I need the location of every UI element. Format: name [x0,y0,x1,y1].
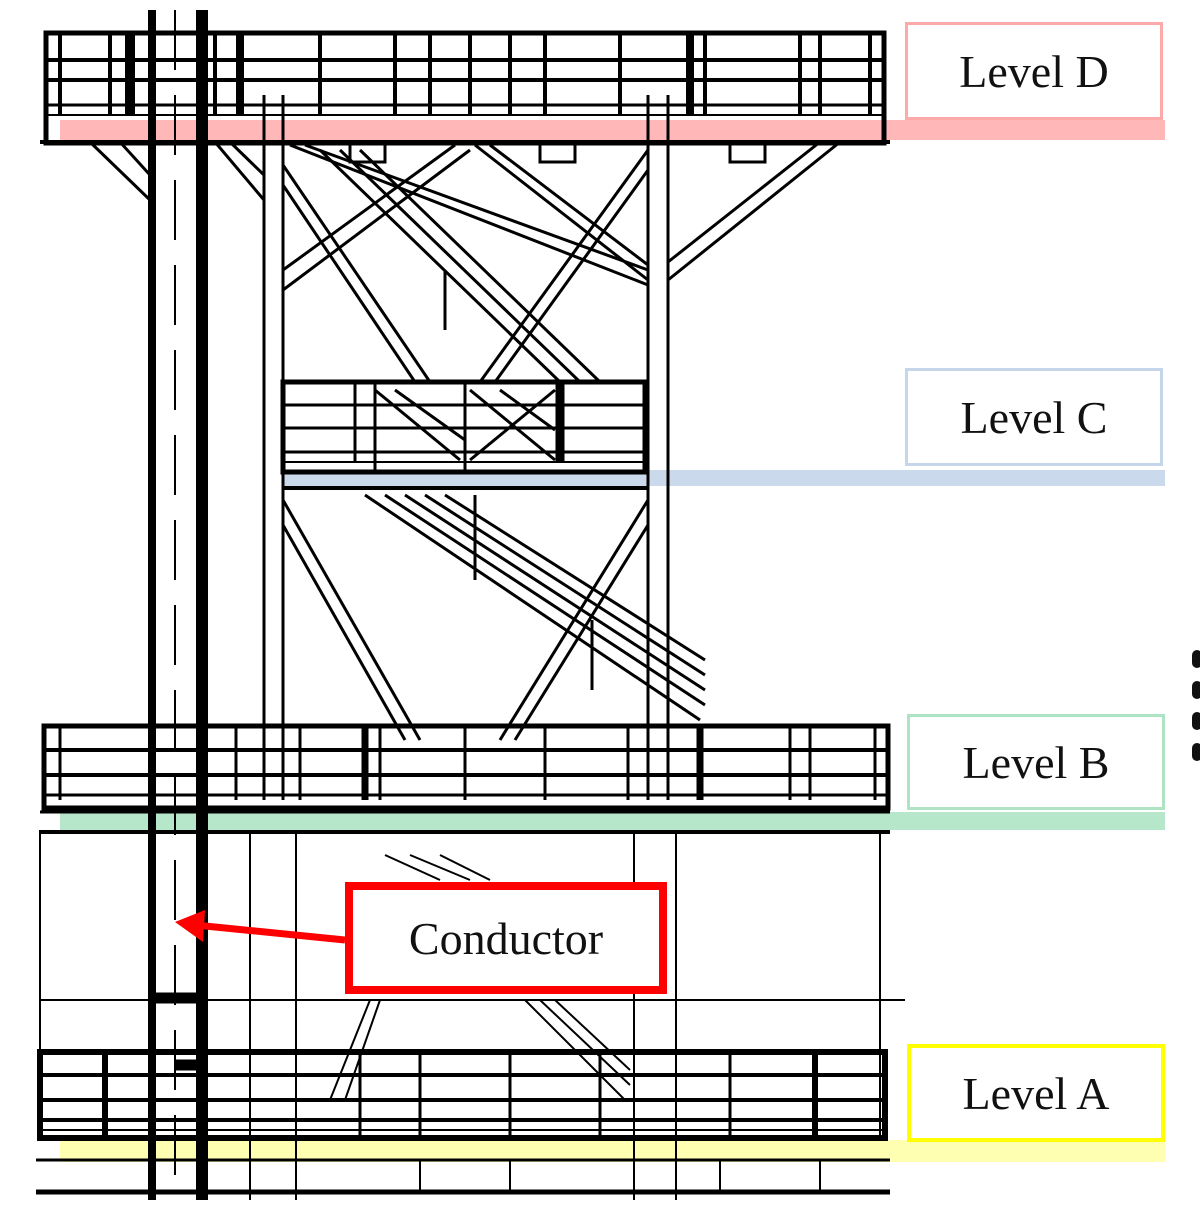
structure-drawing [36,10,1165,1200]
edge-mark [1192,681,1200,699]
structure-diagram: Level D Level C Level B Level A Conducto… [0,0,1200,1216]
edge-mark [1192,650,1200,668]
level-a-label: Level A [907,1044,1165,1142]
level-d-band [60,120,1165,140]
level-b-band [60,812,1165,830]
conductor-arrow [175,910,346,944]
conductor-label: Conductor [345,882,667,994]
cropped-edge-marks [1192,650,1200,774]
edge-mark [1192,743,1200,761]
edge-mark [1192,712,1200,730]
level-d-label: Level D [905,22,1163,120]
level-b-label: Level B [907,714,1165,810]
jacket-frame [36,10,905,1200]
level-c-label: Level C [905,368,1163,466]
